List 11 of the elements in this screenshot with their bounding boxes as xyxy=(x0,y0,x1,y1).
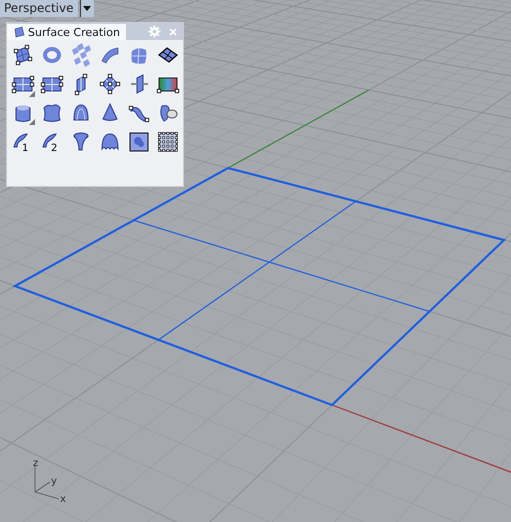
panel-tab[interactable]: Surface Creation xyxy=(7,24,126,40)
caret-icon xyxy=(83,6,91,11)
axis-widget-drawing xyxy=(34,466,60,500)
z-axis-label: z xyxy=(33,458,38,469)
tool-button[interactable]: 2 xyxy=(39,128,65,154)
y-axis-label: y xyxy=(51,476,57,487)
surface-icon xyxy=(13,26,25,38)
viewport-title[interactable]: Perspective xyxy=(0,0,78,17)
tool-button[interactable]: 1 xyxy=(10,128,36,154)
x-axis-label: x xyxy=(60,494,66,505)
viewport-menu-button[interactable] xyxy=(80,0,94,17)
